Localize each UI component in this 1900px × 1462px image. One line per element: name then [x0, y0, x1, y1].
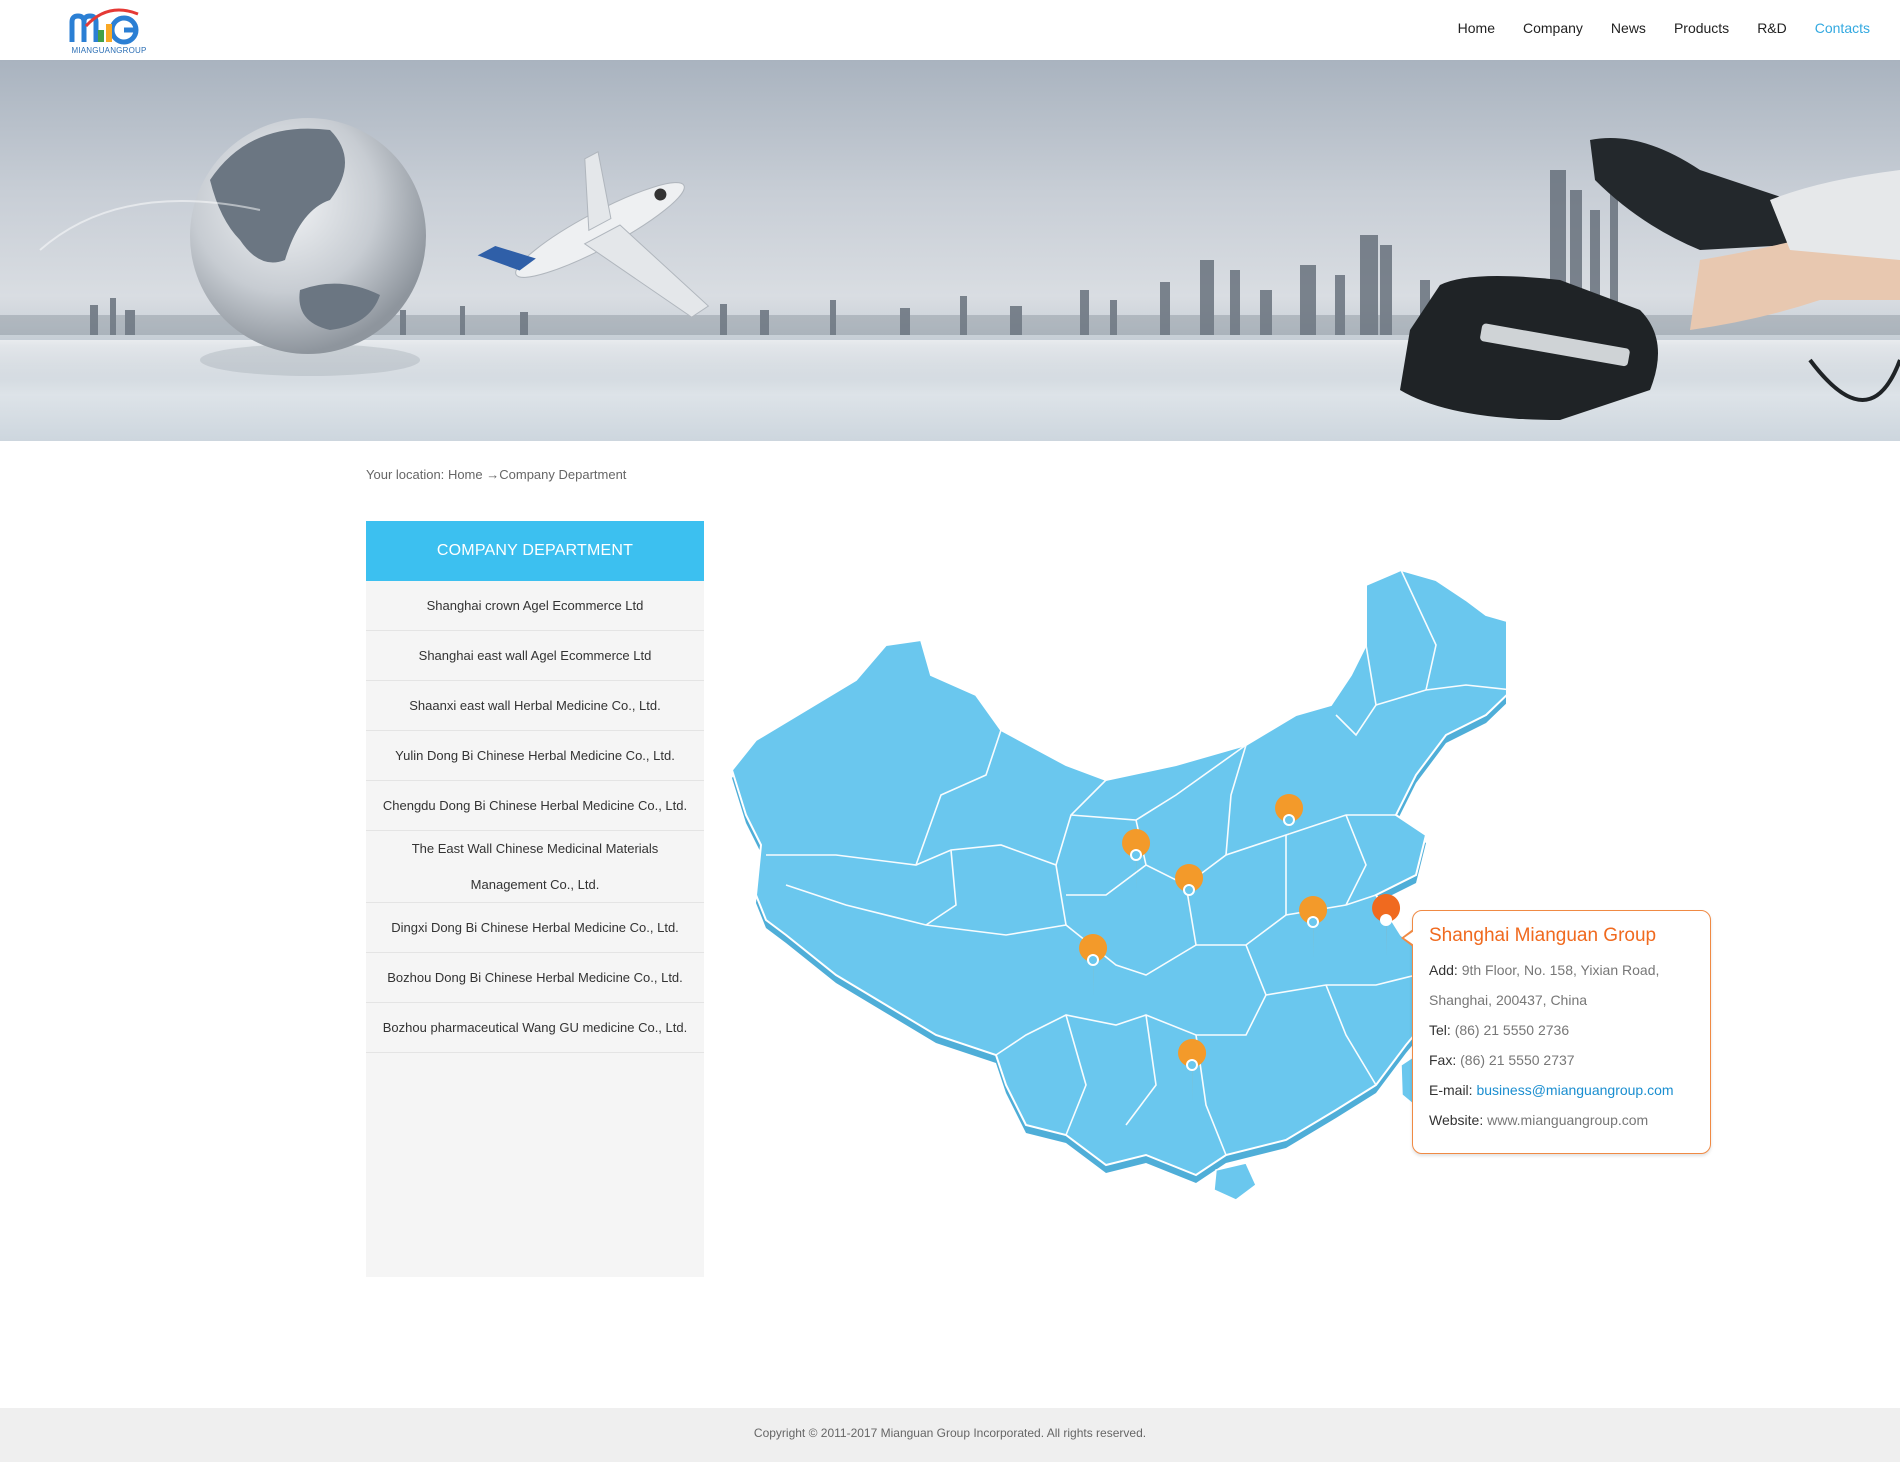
- breadcrumb-arrow: →: [486, 467, 500, 482]
- tel-value: (86) 21 5550 2736: [1454, 1022, 1570, 1038]
- contact-title: Shanghai Mianguan Group: [1429, 925, 1657, 946]
- sidebar-title: COMPANY DEPARTMENT: [366, 521, 704, 581]
- contact-tel-row: Tel: (86) 21 5550 2736: [1429, 1015, 1694, 1045]
- tel-label: Tel:: [1429, 1022, 1451, 1038]
- department-sidebar: COMPANY DEPARTMENT Shanghai crown Agel E…: [366, 521, 704, 1277]
- sidebar-item-shanghai-crown[interactable]: Shanghai crown Agel Ecommerce Ltd: [366, 581, 704, 631]
- breadcrumb-current: Company Department: [499, 467, 627, 482]
- address-value: 9th Floor, No. 158, Yixian Road, Shangha…: [1429, 962, 1660, 1008]
- banner-illustration: [0, 118, 1900, 420]
- address-label: Add:: [1429, 962, 1458, 978]
- sidebar-item-dingxi[interactable]: Dingxi Dong Bi Chinese Herbal Medicine C…: [366, 903, 704, 953]
- contact-card: Shanghai Mianguan Group Add: 9th Floor, …: [1401, 910, 1711, 1154]
- telephone-icon: [1400, 138, 1900, 420]
- breadcrumb: Your location: Home →Company Department: [366, 467, 626, 482]
- logo-text: MIANGUANGROUP: [71, 46, 147, 55]
- breadcrumb-home-link[interactable]: Home: [448, 467, 483, 482]
- website-label: Website:: [1429, 1112, 1484, 1128]
- china-map-graphic: [730, 568, 1523, 1201]
- nav-company[interactable]: Company: [1523, 20, 1583, 36]
- sidebar-item-shanghai-east-wall[interactable]: Shanghai east wall Agel Ecommerce Ltd: [366, 631, 704, 681]
- sidebar-item-bozhou-wang-gu[interactable]: Bozhou pharmaceutical Wang GU medicine C…: [366, 1003, 704, 1053]
- sidebar-item-shaanxi[interactable]: Shaanxi east wall Herbal Medicine Co., L…: [366, 681, 704, 731]
- main-nav: Home Company News Products R&D Contacts: [1458, 20, 1870, 36]
- brand-logo[interactable]: MIANGUANGROUP: [68, 6, 150, 55]
- contact-address-row: Add: 9th Floor, No. 158, Yixian Road, Sh…: [1429, 955, 1694, 1015]
- fax-value: (86) 21 5550 2737: [1460, 1052, 1575, 1068]
- site-footer: Copyright © 2011-2017 Mianguan Group Inc…: [0, 1408, 1900, 1462]
- nav-contacts[interactable]: Contacts: [1815, 20, 1870, 36]
- contact-email-row: E-mail: business@mianguangroup.com: [1429, 1075, 1694, 1105]
- nav-products[interactable]: Products: [1674, 20, 1729, 36]
- sidebar-item-chengdu[interactable]: Chengdu Dong Bi Chinese Herbal Medicine …: [366, 781, 704, 831]
- contact-website-row: Website: www.mianguangroup.com: [1429, 1105, 1694, 1135]
- copyright-text: Copyright © 2011-2017 Mianguan Group Inc…: [753, 1426, 1147, 1440]
- nav-home[interactable]: Home: [1458, 20, 1495, 36]
- sidebar-item-bozhou-dong-bi[interactable]: Bozhou Dong Bi Chinese Herbal Medicine C…: [366, 953, 704, 1003]
- sidebar-item-yulin[interactable]: Yulin Dong Bi Chinese Herbal Medicine Co…: [366, 731, 704, 781]
- breadcrumb-prefix: Your location:: [366, 467, 445, 482]
- website-link[interactable]: www.mianguangroup.com: [1487, 1112, 1648, 1128]
- hero-banner: [0, 60, 1900, 441]
- fax-label: Fax:: [1429, 1052, 1457, 1068]
- site-header: MIANGUANGROUP Home Company News Products…: [0, 0, 1900, 60]
- sidebar-item-east-wall-materials[interactable]: The East Wall Chinese Medicinal Material…: [366, 831, 704, 903]
- email-label: E-mail:: [1429, 1082, 1473, 1098]
- logo-mark-icon: [69, 8, 139, 45]
- china-map: [726, 565, 1523, 1215]
- nav-news[interactable]: News: [1611, 20, 1646, 36]
- nav-rd[interactable]: R&D: [1757, 20, 1787, 36]
- contact-fax-row: Fax: (86) 21 5550 2737: [1429, 1045, 1694, 1075]
- email-link[interactable]: business@mianguangroup.com: [1476, 1082, 1673, 1098]
